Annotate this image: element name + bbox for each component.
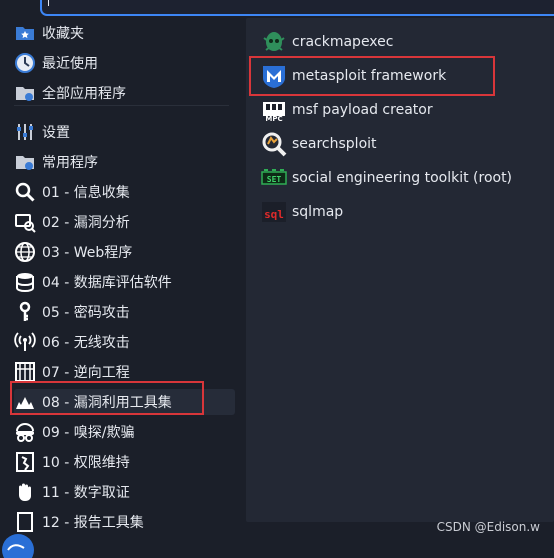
key-icon — [14, 301, 36, 323]
persistence-icon — [14, 451, 36, 473]
category-label: 04 - 数据库评估软件 — [42, 275, 172, 291]
watermark: CSDN @Edison.w — [436, 520, 540, 534]
set-icon: SET — [260, 164, 288, 192]
app-crackmapexec[interactable]: crackmapexec — [260, 27, 393, 57]
category-05[interactable]: 05 - 密码攻击 — [14, 299, 235, 325]
category-label: 11 - 数字取证 — [42, 485, 130, 501]
sqlmap-icon: sql — [260, 198, 288, 226]
menu-divider — [14, 105, 229, 106]
app-label: msf payload creator — [292, 102, 433, 118]
vuln-analysis-icon — [14, 211, 36, 233]
reverse-icon — [14, 361, 36, 383]
app-social-engineering-toolkit[interactable]: SET social engineering toolkit (root) — [260, 163, 512, 193]
folder-star-icon — [14, 22, 36, 44]
hand-icon — [14, 481, 36, 503]
app-label: social engineering toolkit (root) — [292, 170, 513, 186]
wireless-icon — [14, 331, 36, 353]
category-03[interactable]: 03 - Web程序 — [14, 239, 235, 265]
category-01[interactable]: 01 - 信息收集 — [14, 179, 235, 205]
kali-menu-icon[interactable] — [0, 528, 40, 558]
svg-text:sql: sql — [264, 208, 284, 221]
category-settings[interactable]: 设置 — [14, 119, 235, 145]
category-recent[interactable]: 最近使用 — [14, 50, 235, 76]
category-label: 12 - 报告工具集 — [42, 515, 144, 531]
sniff-icon — [14, 421, 36, 443]
category-favorites[interactable]: 收藏夹 — [14, 20, 235, 46]
category-sidebar: 收藏夹 最近使用 全部应用程序 设置 常用程序 01 - 信息收集 02 - 漏… — [0, 18, 238, 543]
highlight-box-category — [10, 381, 204, 415]
svg-text:MPC: MPC — [265, 115, 282, 123]
category-12[interactable]: 12 - 报告工具集 — [14, 509, 235, 535]
category-label: 06 - 无线攻击 — [42, 335, 130, 351]
highlight-box-app — [249, 56, 495, 96]
category-10[interactable]: 10 - 权限维持 — [14, 449, 235, 475]
category-label: 09 - 嗅探/欺骗 — [42, 425, 135, 441]
category-02[interactable]: 02 - 漏洞分析 — [14, 209, 235, 235]
category-label: 常用程序 — [42, 155, 98, 171]
category-label: 07 - 逆向工程 — [42, 365, 130, 381]
search-input[interactable] — [40, 0, 554, 16]
app-sqlmap[interactable]: sql sqlmap — [260, 197, 343, 227]
category-label: 03 - Web程序 — [42, 245, 133, 261]
category-11[interactable]: 11 - 数字取证 — [14, 479, 235, 505]
category-label: 10 - 权限维持 — [42, 455, 130, 471]
category-label: 最近使用 — [42, 56, 98, 72]
app-label: crackmapexec — [292, 34, 394, 50]
category-label: 设置 — [42, 125, 70, 141]
category-06[interactable]: 06 - 无线攻击 — [14, 329, 235, 355]
folder-apps-icon — [14, 82, 36, 104]
category-common[interactable]: 常用程序 — [14, 149, 235, 175]
category-label: 02 - 漏洞分析 — [42, 215, 130, 231]
category-09[interactable]: 09 - 嗅探/欺骗 — [14, 419, 235, 445]
globe-icon — [14, 241, 36, 263]
clock-icon — [14, 52, 36, 74]
app-msf-payload-creator[interactable]: MPC msf payload creator — [260, 95, 433, 125]
msfpc-icon: MPC — [260, 96, 288, 124]
category-label: 收藏夹 — [42, 26, 84, 42]
settings-icon — [14, 121, 36, 143]
searchsploit-icon — [260, 130, 288, 158]
category-label: 01 - 信息收集 — [42, 185, 130, 201]
crackmapexec-icon — [260, 28, 288, 56]
magnifier-icon — [14, 181, 36, 203]
category-label: 05 - 密码攻击 — [42, 305, 130, 321]
category-label: 全部应用程序 — [42, 86, 126, 102]
category-all-apps[interactable]: 全部应用程序 — [14, 80, 235, 106]
category-04[interactable]: 04 - 数据库评估软件 — [14, 269, 235, 295]
svg-text:SET: SET — [267, 175, 282, 184]
app-label: sqlmap — [292, 204, 344, 220]
text-caret — [48, 0, 49, 6]
folder-common-icon — [14, 151, 36, 173]
app-searchsploit[interactable]: searchsploit — [260, 129, 377, 159]
database-icon — [14, 271, 36, 293]
app-label: searchsploit — [292, 136, 377, 152]
